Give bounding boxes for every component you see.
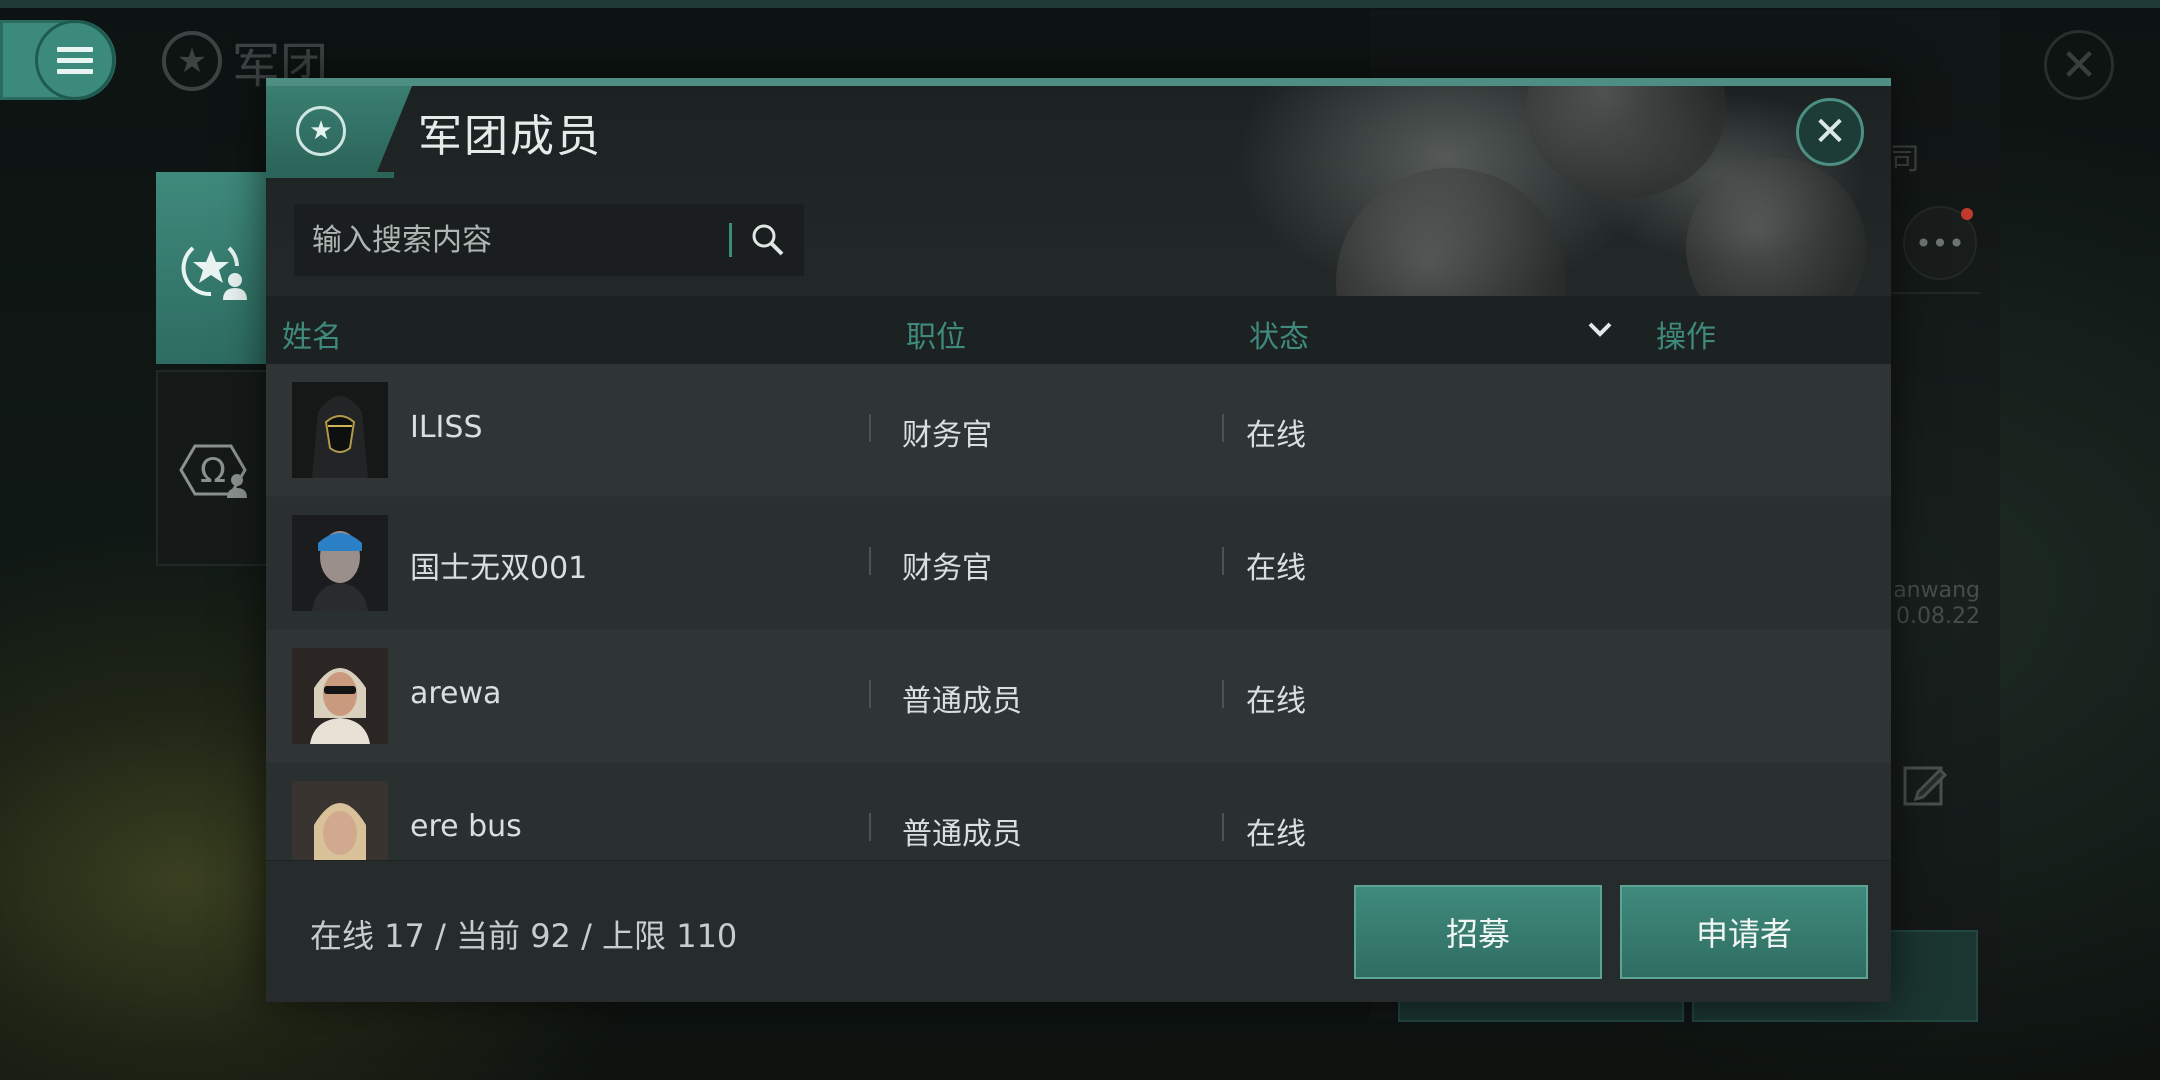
member-list[interactable]: ILISS 财务官 在线 国士无双001 财务官 在线 arewa 普通成员 在… <box>266 364 1891 860</box>
applicants-button[interactable]: 申请者 <box>1620 885 1868 979</box>
member-name: 国士无双001 <box>410 551 588 586</box>
member-avatar <box>292 382 388 478</box>
column-separator <box>869 414 871 442</box>
background-planet <box>1526 78 1726 198</box>
close-button[interactable]: ✕ <box>1796 98 1864 166</box>
column-separator <box>869 813 871 841</box>
dialog-title: 军团成员 <box>418 111 602 162</box>
member-name: ILISS <box>410 410 483 445</box>
close-icon: ✕ <box>1813 109 1847 155</box>
member-status: 在线 <box>1246 418 1306 453</box>
member-name: ere bus <box>410 809 522 844</box>
corporation-members-icon <box>181 246 247 300</box>
dialog-top-accent <box>266 78 1891 86</box>
column-header-action: 操作 <box>1656 320 1716 355</box>
tab-alliance-members[interactable]: Ω <box>156 370 270 566</box>
tab-corporation-members[interactable] <box>156 172 266 364</box>
member-row[interactable]: arewa 普通成员 在线 <box>266 630 1891 763</box>
menu-icon <box>35 20 115 100</box>
member-position: 财务官 <box>902 418 992 453</box>
table-header: 姓名 职位 状态 操作 <box>266 296 1891 364</box>
alliance-omega-icon: Ω <box>179 444 247 498</box>
member-row[interactable]: ILISS 财务官 在线 <box>266 364 1891 497</box>
column-header-position[interactable]: 职位 <box>906 312 966 356</box>
member-avatar <box>292 781 388 860</box>
main-menu-button[interactable] <box>0 20 116 100</box>
column-header-name[interactable]: 姓名 <box>282 312 342 356</box>
edit-icon[interactable] <box>1900 760 1950 810</box>
corporation-star-icon: ★ <box>162 31 222 91</box>
column-separator <box>1222 547 1224 575</box>
column-header-status[interactable]: 状态 <box>1249 312 1309 356</box>
sort-chevron-icon[interactable] <box>1584 310 1616 346</box>
member-row[interactable]: 国士无双001 财务官 在线 <box>266 497 1891 630</box>
recruit-button[interactable]: 招募 <box>1354 885 1602 979</box>
search-box <box>294 204 804 276</box>
corporation-members-dialog: ★ 军团成员 ✕ 姓名 职位 状态 操作 ILISS 财务官 在线 <box>266 78 1891 1002</box>
column-separator <box>1222 414 1224 442</box>
search-icon[interactable] <box>732 204 804 276</box>
top-strip <box>0 0 2160 8</box>
svg-text:Ω: Ω <box>200 451 226 491</box>
corporation-star-icon: ★ <box>296 106 346 156</box>
member-name: arewa <box>410 676 502 711</box>
search-input[interactable] <box>294 209 729 271</box>
member-status: 在线 <box>1246 684 1306 719</box>
member-status: 在线 <box>1246 551 1306 586</box>
member-avatar <box>292 515 388 611</box>
dialog-footer: 在线 17 / 当前 92 / 上限 110 招募 申请者 <box>266 860 1891 1002</box>
member-position: 财务官 <box>902 551 992 586</box>
background-close-icon[interactable]: ✕ <box>2044 30 2114 100</box>
member-row[interactable]: ere bus 普通成员 在线 <box>266 763 1891 860</box>
member-avatar <box>292 648 388 744</box>
column-separator <box>869 547 871 575</box>
member-status: 在线 <box>1246 817 1306 852</box>
column-separator <box>869 680 871 708</box>
more-icon[interactable]: ••• <box>1903 206 1977 280</box>
title-accent-strip <box>266 172 394 178</box>
member-position: 普通成员 <box>902 817 1022 852</box>
member-position: 普通成员 <box>902 684 1022 719</box>
column-separator <box>1222 813 1224 841</box>
column-separator <box>1222 680 1224 708</box>
notification-dot <box>1961 208 1973 220</box>
member-count: 在线 17 / 当前 92 / 上限 110 <box>310 917 738 955</box>
